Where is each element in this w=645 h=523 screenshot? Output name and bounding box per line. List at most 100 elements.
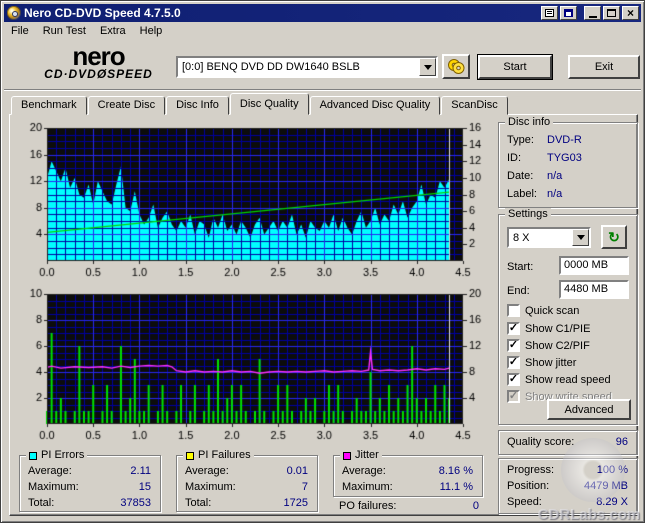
refresh-button[interactable]: ↻ [601,225,627,249]
minimize-icon [588,15,597,18]
pie-total-label: Total: [28,497,55,509]
save-button[interactable] [560,6,577,20]
nero-logo-text: nero [72,41,125,71]
checkbox-icon[interactable] [507,322,520,335]
window-title: Nero CD-DVD Speed 4.7.5.0 [24,6,181,20]
pie-maximum-label: Maximum: [28,481,79,493]
speed-select[interactable]: 8 X [507,227,591,248]
chevron-down-icon [576,235,585,240]
title-bar: Nero CD-DVD Speed 4.7.5.0 × [4,4,641,22]
disc-id-value: TYG03 [547,152,582,164]
app-icon [7,6,21,20]
start-position-label: Start: [507,261,534,273]
drive-select-value: [0:0] BENQ DVD DD DW1640 BSLB [182,61,360,73]
settings-title: Settings [505,208,551,221]
app-window: Nero CD-DVD Speed 4.7.5.0 × File Run Tes… [0,0,645,523]
end-position-label: End: [507,285,530,297]
po-failures-label: PO failures: [339,500,397,512]
tab-disc-quality[interactable]: Disc Quality [229,93,309,115]
checkbox-show-read-speed[interactable]: Show read speed [507,372,611,387]
menu-run-test[interactable]: Run Test [36,23,93,39]
nero-logo: nero CD·DVDØSPEED [31,41,166,81]
pif-average-value: 0.01 [286,465,308,477]
checkbox-show-jitter[interactable]: Show jitter [507,355,576,370]
pif-maximum-label: Maximum: [185,481,236,493]
position-value: 4479 MB [583,480,628,492]
tab-benchmark[interactable]: Benchmark [11,96,87,115]
disc-info-title: Disc info [505,116,554,129]
maximize-icon [607,9,616,17]
advanced-button[interactable]: Advanced [547,399,631,420]
checkbox-show-c1-pie[interactable]: Show C1/PIE [507,321,590,336]
menu-bar: File Run Test Extra Help [4,22,641,40]
speed-select-arrow[interactable] [572,229,589,246]
checkbox-icon[interactable] [507,356,520,369]
drive-select[interactable]: [0:0] BENQ DVD DD DW1640 BSLB [176,56,438,78]
pie-total-value: 37853 [120,497,151,509]
speed-select-value: 8 X [513,231,530,244]
minimize-button[interactable] [584,6,601,20]
menu-help[interactable]: Help [133,23,170,39]
disc-date-value: n/a [547,170,563,182]
pie-maximum-value: 15 [138,481,151,493]
speed-value: 8.29 X [596,496,628,508]
checkbox-icon[interactable] [507,373,520,386]
save-icon [564,9,573,17]
jitter-average-value: 8.16 % [438,465,473,477]
disc-info-group: Disc info Type: DVD-R ID: TYG03 Date: n/a L… [498,116,638,208]
quality-score-group: Quality score: 96 [498,430,638,455]
burn-tool-button[interactable] [442,54,470,79]
pif-maximum-value: 7 [301,481,308,493]
po-failures-row: PO failures: 0 [339,500,483,512]
jitter-group: Jitter Average: 8.16 % Maximum: 11.1 % [333,449,483,497]
checkbox-show-c2-pif[interactable]: Show C2/PIF [507,338,590,353]
jitter-average-label: Average: [342,465,386,477]
tab-advanced-disc-quality[interactable]: Advanced Disc Quality [309,96,441,115]
position-label: Position: [507,480,550,492]
exit-button[interactable]: Exit [568,55,640,79]
progress-label: Progress: [507,464,555,476]
jitter-title: Jitter [355,449,379,461]
checkbox-icon [507,390,520,403]
progress-value: 100 % [596,464,628,476]
disc-type-value: DVD-R [547,134,582,146]
drive-select-arrow[interactable] [419,58,436,76]
checkbox-icon[interactable] [507,304,520,317]
tab-scandisc[interactable]: ScanDisc [441,96,508,115]
menu-file[interactable]: File [4,23,36,39]
maximize-button[interactable] [603,6,620,20]
refresh-icon: ↻ [608,229,620,245]
pi-errors-swatch-icon [29,451,37,460]
chevron-down-icon [423,64,432,70]
jitter-maximum-value: 11.1 % [439,481,473,493]
report-button[interactable] [541,6,558,20]
checkbox-quick-scan[interactable]: Quick scan [507,303,579,318]
quality-score-value: 96 [615,436,628,448]
pie-average-value: 2.11 [130,465,151,477]
pi-failures-title: PI Failures [198,449,251,461]
quality-score-label: Quality score: [507,436,575,448]
tab-create-disc[interactable]: Create Disc [87,96,166,115]
disc-date-label: Date: [507,170,534,182]
pif-average-label: Average: [185,465,229,477]
checkbox-icon[interactable] [507,339,520,352]
tab-disc-info[interactable]: Disc Info [166,96,229,115]
jitter-swatch-icon [343,451,351,460]
disc-id-label: ID: [507,152,522,164]
po-failures-value: 0 [472,500,479,512]
disc-label-label: Label: [507,188,537,200]
menu-extra[interactable]: Extra [93,23,133,39]
pie-average-label: Average: [28,465,72,477]
pif-total-label: Total: [185,497,212,509]
close-button[interactable]: × [622,6,639,20]
pi-errors-group: PI Errors Average: 2.11 Maximum: 15 Total:… [19,449,161,512]
start-button[interactable]: Start [477,54,553,80]
end-position-input[interactable]: 4480 MB [559,280,629,299]
settings-group: Settings 8 X ↻ Start: 0000 MB End: 4480 … [498,208,638,425]
pi-failures-group: PI Failures Average: 0.01 Maximum: 7 Total… [176,449,318,512]
start-position-input[interactable]: 0000 MB [559,256,629,275]
pif-total-value: 1725 [283,497,308,509]
pi-errors-title: PI Errors [41,449,85,461]
report-icon [545,9,554,17]
pi-failures-chart [13,286,491,446]
